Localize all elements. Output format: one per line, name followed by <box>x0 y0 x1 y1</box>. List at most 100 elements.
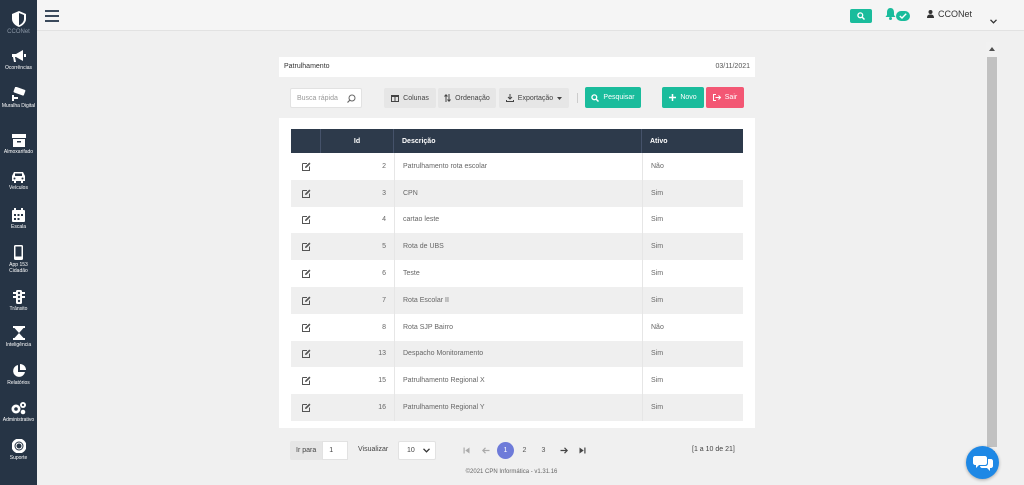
cell-active: Não <box>642 313 743 341</box>
table-header: Id Descrição Ativo <box>291 129 743 153</box>
car-icon <box>12 172 25 183</box>
edit-icon <box>301 296 310 305</box>
table-row[interactable]: 6 Teste Sim <box>291 260 743 287</box>
page-scrollbar[interactable] <box>986 42 998 460</box>
edit-row-button[interactable] <box>291 207 321 234</box>
caret-down-icon <box>557 96 563 100</box>
edit-row-button[interactable] <box>291 394 321 421</box>
header-id[interactable]: Id <box>321 129 394 153</box>
status-badge <box>896 11 910 21</box>
scroll-up-button[interactable] <box>986 42 998 56</box>
edit-row-button[interactable] <box>291 153 321 180</box>
cell-description: Patrulhamento Regional X <box>394 367 642 395</box>
edit-icon <box>301 403 310 413</box>
user-name: CCONet <box>938 9 973 19</box>
edit-icon <box>301 323 310 332</box>
cell-description: Rota SJP Bairro <box>394 313 642 341</box>
new-button[interactable]: Novo <box>662 87 704 108</box>
sidebar-item-veiculos[interactable]: Veículos <box>0 171 37 191</box>
search-button[interactable]: Pesquisar <box>585 87 641 108</box>
edit-row-button[interactable] <box>291 260 321 287</box>
table-row[interactable]: 4 cartao leste Sim <box>291 206 743 234</box>
cell-description: cartao leste <box>394 206 642 234</box>
header-active[interactable]: Ativo <box>642 129 743 153</box>
per-page-value: 10 <box>407 447 415 454</box>
sidebar-item-almoxarifado[interactable]: Almoxarifado <box>0 134 37 155</box>
sidebar-item-escala[interactable]: Escala <box>0 208 37 230</box>
edit-row-button[interactable] <box>291 233 321 260</box>
header-description[interactable]: Descrição <box>394 129 642 153</box>
scroll-thumb[interactable] <box>987 57 997 447</box>
sidebar-item-relatorios[interactable]: Relatórios <box>0 364 37 386</box>
edit-row-button[interactable] <box>291 287 321 314</box>
sidebar-item-muralha-digital[interactable]: Muralha Digital <box>0 87 37 109</box>
edit-row-button[interactable] <box>291 180 321 207</box>
header-edit <box>291 129 321 153</box>
table-row[interactable]: 8 Rota SJP Bairro Não <box>291 313 743 341</box>
ordering-button[interactable]: Ordenação <box>438 88 496 108</box>
cell-description: Patrulhamento Regional Y <box>394 394 642 421</box>
sidebar-item-suporte[interactable]: Suporte <box>0 439 37 461</box>
download-icon <box>505 94 514 102</box>
columns-button[interactable]: Colunas <box>384 88 436 108</box>
sidebar-item-inteligencia[interactable]: Inteligência <box>0 326 37 348</box>
export-dropdown[interactable]: Exportação <box>499 88 569 108</box>
edit-icon <box>301 189 310 198</box>
cell-id: 5 <box>382 243 386 251</box>
table-row[interactable]: 2 Patrulhamento rota escolar Não <box>291 153 743 180</box>
topbar: CCONet <box>37 0 1024 31</box>
table-row[interactable]: 13 Despacho Monitoramento Sim <box>291 340 743 368</box>
chat-button[interactable] <box>966 446 999 479</box>
results-range: [1 a 10 de 21] <box>692 446 735 453</box>
edit-row-button[interactable] <box>291 341 321 368</box>
first-page-button[interactable] <box>458 442 475 459</box>
cell-id: 13 <box>378 350 386 358</box>
edit-row-button[interactable] <box>291 314 321 341</box>
user-menu[interactable]: CCONet <box>927 9 972 19</box>
sidebar-item-administrativo[interactable]: Administrativo <box>0 401 37 423</box>
notifications-button[interactable] <box>885 7 896 25</box>
edit-row-button[interactable] <box>291 367 321 394</box>
last-page-icon <box>579 447 586 454</box>
cell-id: 7 <box>382 296 386 304</box>
user-menu-caret[interactable] <box>990 11 997 29</box>
goto-page: Ir para 1 <box>290 441 349 460</box>
sidebar-item-label: Escala <box>10 224 26 230</box>
chat-icon <box>972 455 993 471</box>
sidebar-item-label: Ocorrências <box>5 65 32 71</box>
cell-active: Sim <box>642 367 743 395</box>
sidebar-item-transito[interactable]: Trânsito <box>0 290 37 312</box>
per-page-select[interactable]: 10 <box>398 441 436 460</box>
sidebar: CCONet Ocorrências Muralha Digital Almox… <box>0 0 37 485</box>
cogs-icon <box>11 402 26 415</box>
triangle-up-icon <box>989 47 995 51</box>
sidebar-item-app-153[interactable]: App 153 Cidadão <box>0 245 37 274</box>
arrow-right-icon <box>560 447 568 454</box>
quick-search-input[interactable]: Busca rápida <box>290 88 362 108</box>
table-row[interactable]: 3 CPN Sim <box>291 179 743 207</box>
previous-page-button[interactable] <box>477 442 494 459</box>
data-grid: Id Descrição Ativo 2 Patrulhamento rota e… <box>291 129 743 421</box>
exit-button[interactable]: Sair <box>706 87 744 108</box>
next-page-button[interactable] <box>555 442 572 459</box>
pie-chart-icon <box>12 364 26 377</box>
page-3-button[interactable]: 3 <box>535 442 552 459</box>
app-logo[interactable]: CCONet <box>0 0 37 45</box>
menu-toggle-button[interactable] <box>45 9 59 27</box>
columns-icon <box>391 94 400 102</box>
page-2-button[interactable]: 2 <box>516 442 533 459</box>
sidebar-item-ocorrencias[interactable]: Ocorrências <box>0 50 37 71</box>
mobile-icon <box>14 245 23 260</box>
table-row[interactable]: 16 Patrulhamento Regional Y Sim <box>291 394 743 421</box>
last-page-button[interactable] <box>574 442 591 459</box>
table-row[interactable]: 15 Patrulhamento Regional X Sim <box>291 367 743 395</box>
table-row[interactable]: 5 Rota de UBS Sim <box>291 233 743 261</box>
edit-icon <box>301 269 310 279</box>
search-icon <box>591 93 600 102</box>
page-1-button[interactable]: 1 <box>497 442 514 459</box>
goto-page-input[interactable]: 1 <box>322 441 349 460</box>
global-search-button[interactable] <box>850 9 872 23</box>
cell-description: Rota Escolar II <box>394 286 642 314</box>
table-row[interactable]: 7 Rota Escolar II Sim <box>291 286 743 314</box>
calendar-icon <box>12 208 25 222</box>
